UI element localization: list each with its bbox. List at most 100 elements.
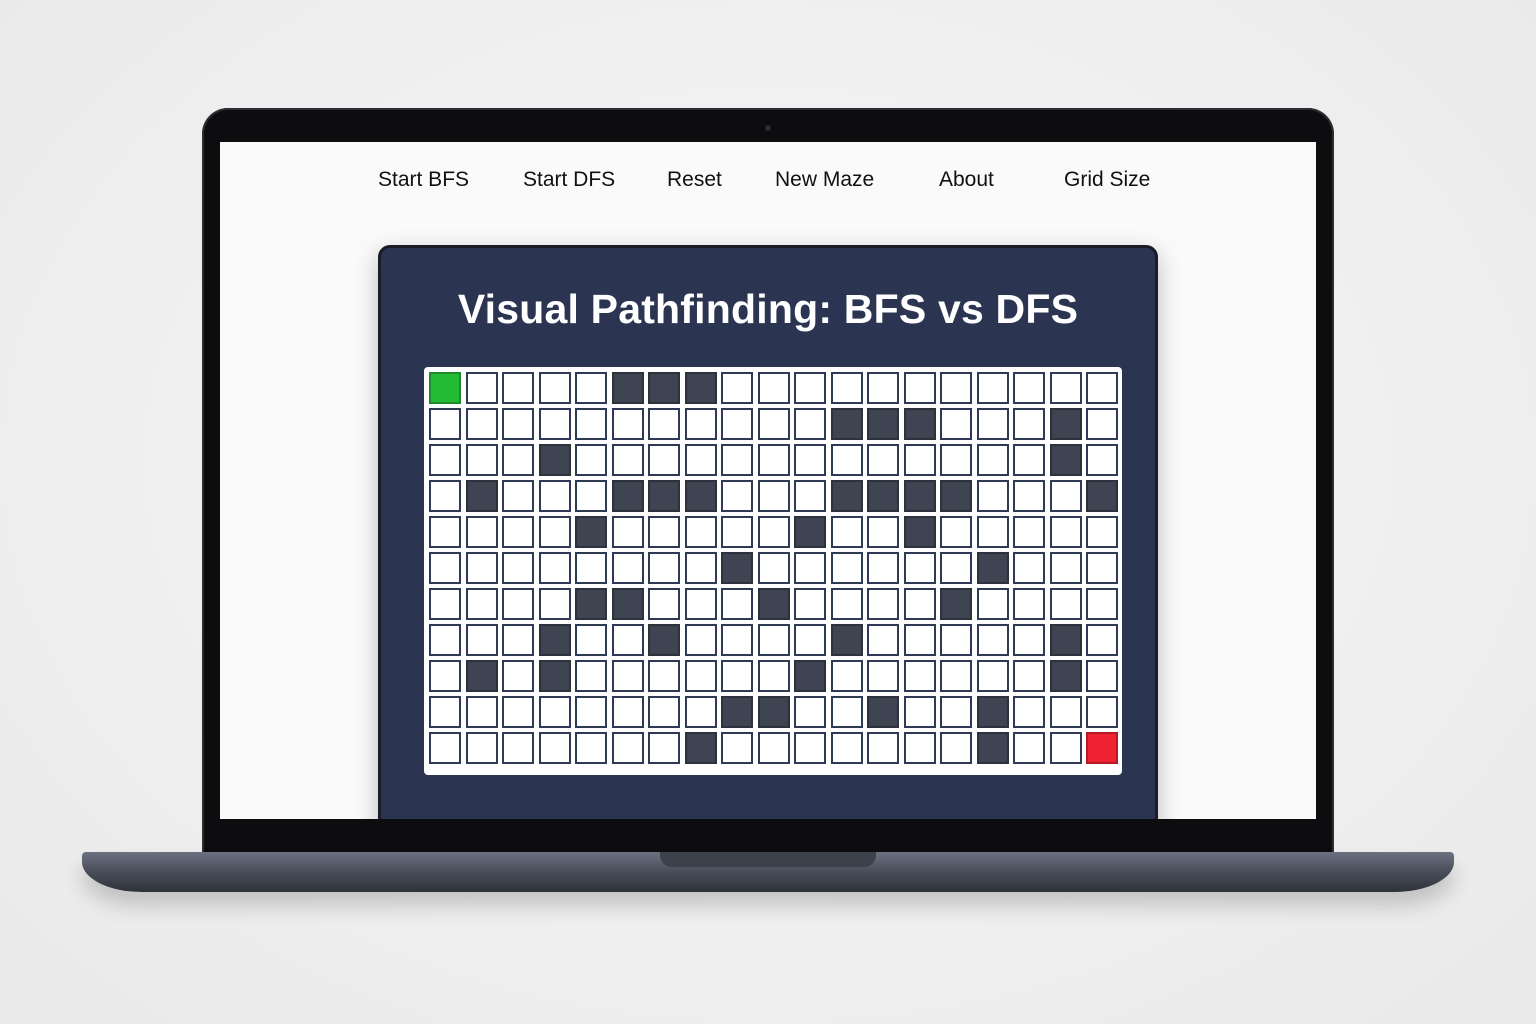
grid-cell[interactable]	[538, 408, 571, 440]
wall-cell[interactable]	[648, 480, 680, 512]
grid-cell[interactable]	[465, 408, 498, 440]
wall-cell[interactable]	[538, 624, 571, 656]
wall-cell[interactable]	[830, 408, 863, 440]
grid-cell[interactable]	[575, 660, 607, 692]
grid-cell[interactable]	[684, 552, 717, 584]
grid-cell[interactable]	[1013, 660, 1045, 692]
wall-cell[interactable]	[757, 696, 790, 728]
grid-cell[interactable]	[575, 372, 607, 404]
grid-cell[interactable]	[757, 372, 790, 404]
grid-cell[interactable]	[940, 372, 972, 404]
grid-cell[interactable]	[1049, 732, 1082, 764]
grid-cell[interactable]	[794, 732, 826, 764]
grid-cell[interactable]	[465, 552, 498, 584]
grid-cell[interactable]	[976, 588, 1009, 620]
wall-cell[interactable]	[976, 552, 1009, 584]
grid-cell[interactable]	[684, 624, 717, 656]
grid-cell[interactable]	[502, 588, 534, 620]
wall-cell[interactable]	[611, 480, 644, 512]
grid-cell[interactable]	[794, 588, 826, 620]
grid-cell[interactable]	[794, 552, 826, 584]
grid-cell[interactable]	[684, 444, 717, 476]
grid-cell[interactable]	[1086, 660, 1118, 692]
grid-cell[interactable]	[867, 624, 899, 656]
nav-new-maze[interactable]: New Maze	[775, 168, 874, 192]
wall-cell[interactable]	[940, 480, 972, 512]
grid-cell[interactable]	[830, 516, 863, 548]
grid-cell[interactable]	[794, 444, 826, 476]
grid-cell[interactable]	[1049, 588, 1082, 620]
wall-cell[interactable]	[940, 588, 972, 620]
grid-cell[interactable]	[1013, 732, 1045, 764]
grid-cell[interactable]	[502, 696, 534, 728]
wall-cell[interactable]	[903, 480, 936, 512]
grid-cell[interactable]	[502, 516, 534, 548]
wall-cell[interactable]	[867, 480, 899, 512]
grid-cell[interactable]	[611, 732, 644, 764]
grid-cell[interactable]	[757, 660, 790, 692]
wall-cell[interactable]	[465, 480, 498, 512]
wall-cell[interactable]	[976, 696, 1009, 728]
grid-cell[interactable]	[757, 480, 790, 512]
grid-cell[interactable]	[429, 660, 461, 692]
grid-cell[interactable]	[867, 732, 899, 764]
grid-cell[interactable]	[794, 372, 826, 404]
grid-cell[interactable]	[538, 480, 571, 512]
wall-cell[interactable]	[684, 372, 717, 404]
grid-cell[interactable]	[721, 480, 753, 512]
grid-cell[interactable]	[721, 732, 753, 764]
grid-cell[interactable]	[538, 588, 571, 620]
grid-cell[interactable]	[575, 624, 607, 656]
grid-cell[interactable]	[1086, 624, 1118, 656]
grid-cell[interactable]	[830, 372, 863, 404]
grid-cell[interactable]	[575, 696, 607, 728]
grid-cell[interactable]	[903, 624, 936, 656]
grid-cell[interactable]	[648, 408, 680, 440]
grid-cell[interactable]	[502, 408, 534, 440]
grid-cell[interactable]	[757, 516, 790, 548]
grid-cell[interactable]	[867, 372, 899, 404]
wall-cell[interactable]	[794, 516, 826, 548]
grid-cell[interactable]	[429, 552, 461, 584]
start-cell[interactable]	[429, 372, 461, 404]
wall-cell[interactable]	[648, 372, 680, 404]
grid-cell[interactable]	[940, 408, 972, 440]
grid-cell[interactable]	[721, 660, 753, 692]
nav-about[interactable]: About	[939, 168, 994, 192]
grid-cell[interactable]	[976, 408, 1009, 440]
end-cell[interactable]	[1086, 732, 1118, 764]
grid-cell[interactable]	[648, 732, 680, 764]
grid-cell[interactable]	[611, 624, 644, 656]
wall-cell[interactable]	[830, 480, 863, 512]
grid-cell[interactable]	[611, 444, 644, 476]
grid-cell[interactable]	[757, 408, 790, 440]
grid-cell[interactable]	[794, 624, 826, 656]
grid-cell[interactable]	[684, 408, 717, 440]
grid-cell[interactable]	[502, 444, 534, 476]
grid-cell[interactable]	[1086, 516, 1118, 548]
wall-cell[interactable]	[611, 588, 644, 620]
wall-cell[interactable]	[684, 732, 717, 764]
grid-cell[interactable]	[721, 588, 753, 620]
grid-cell[interactable]	[611, 660, 644, 692]
wall-cell[interactable]	[1049, 660, 1082, 692]
grid-cell[interactable]	[976, 444, 1009, 476]
grid-cell[interactable]	[575, 444, 607, 476]
wall-cell[interactable]	[903, 408, 936, 440]
grid-cell[interactable]	[1086, 696, 1118, 728]
grid-cell[interactable]	[538, 696, 571, 728]
grid-cell[interactable]	[794, 408, 826, 440]
grid-cell[interactable]	[648, 444, 680, 476]
wall-cell[interactable]	[1086, 480, 1118, 512]
wall-cell[interactable]	[903, 516, 936, 548]
wall-cell[interactable]	[1049, 444, 1082, 476]
grid-cell[interactable]	[757, 624, 790, 656]
wall-cell[interactable]	[757, 588, 790, 620]
grid-cell[interactable]	[465, 624, 498, 656]
grid-cell[interactable]	[1086, 588, 1118, 620]
grid-cell[interactable]	[1049, 516, 1082, 548]
grid-cell[interactable]	[867, 588, 899, 620]
grid-cell[interactable]	[465, 732, 498, 764]
wall-cell[interactable]	[794, 660, 826, 692]
wall-cell[interactable]	[538, 444, 571, 476]
